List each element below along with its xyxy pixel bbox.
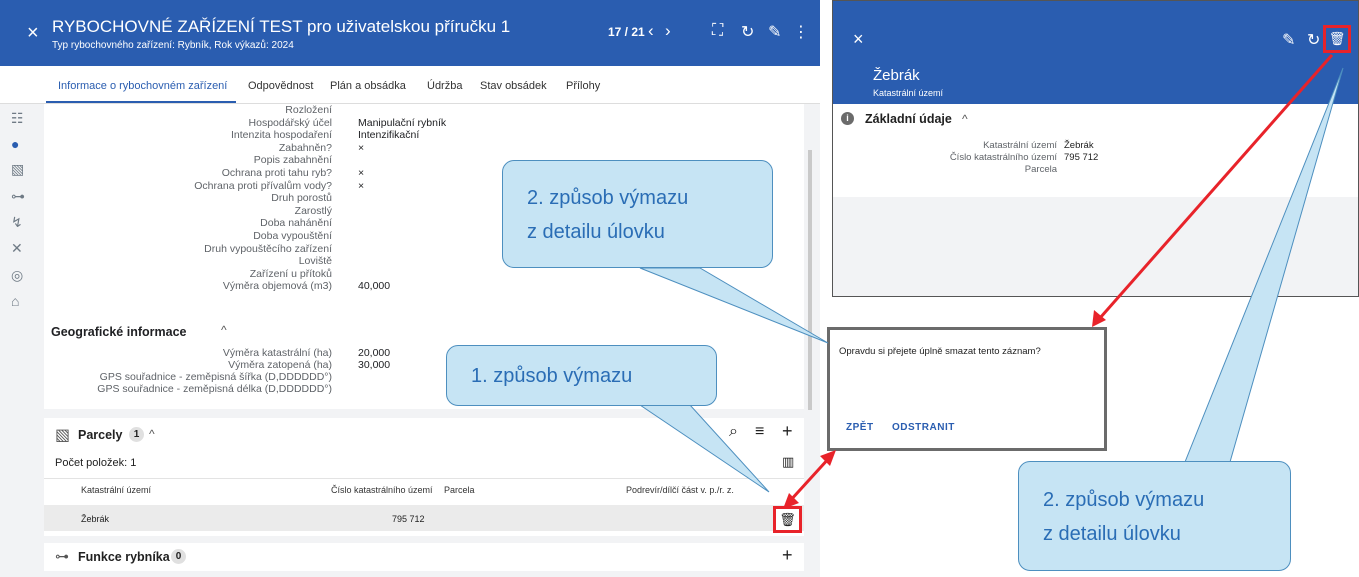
callout-text: z detailu úlovku xyxy=(527,221,665,243)
callout-method-2-detail: 2. způsob výmazu z detailu úlovku xyxy=(1018,461,1291,571)
callout-tail xyxy=(1184,67,1344,463)
callout-text: 2. způsob výmazu xyxy=(527,187,689,209)
arrow-line xyxy=(787,455,832,504)
callout-tail xyxy=(639,267,829,344)
callout-text: z detailu úlovku xyxy=(1043,523,1181,545)
callout-text: 1. způsob výmazu xyxy=(471,365,633,387)
callout-tail xyxy=(638,404,770,493)
callout-method-2: 2. způsob výmazu z detailu úlovku xyxy=(502,160,773,268)
callout-method-1: 1. způsob výmazu xyxy=(446,345,717,406)
callout-text: 2. způsob výmazu xyxy=(1043,489,1205,511)
